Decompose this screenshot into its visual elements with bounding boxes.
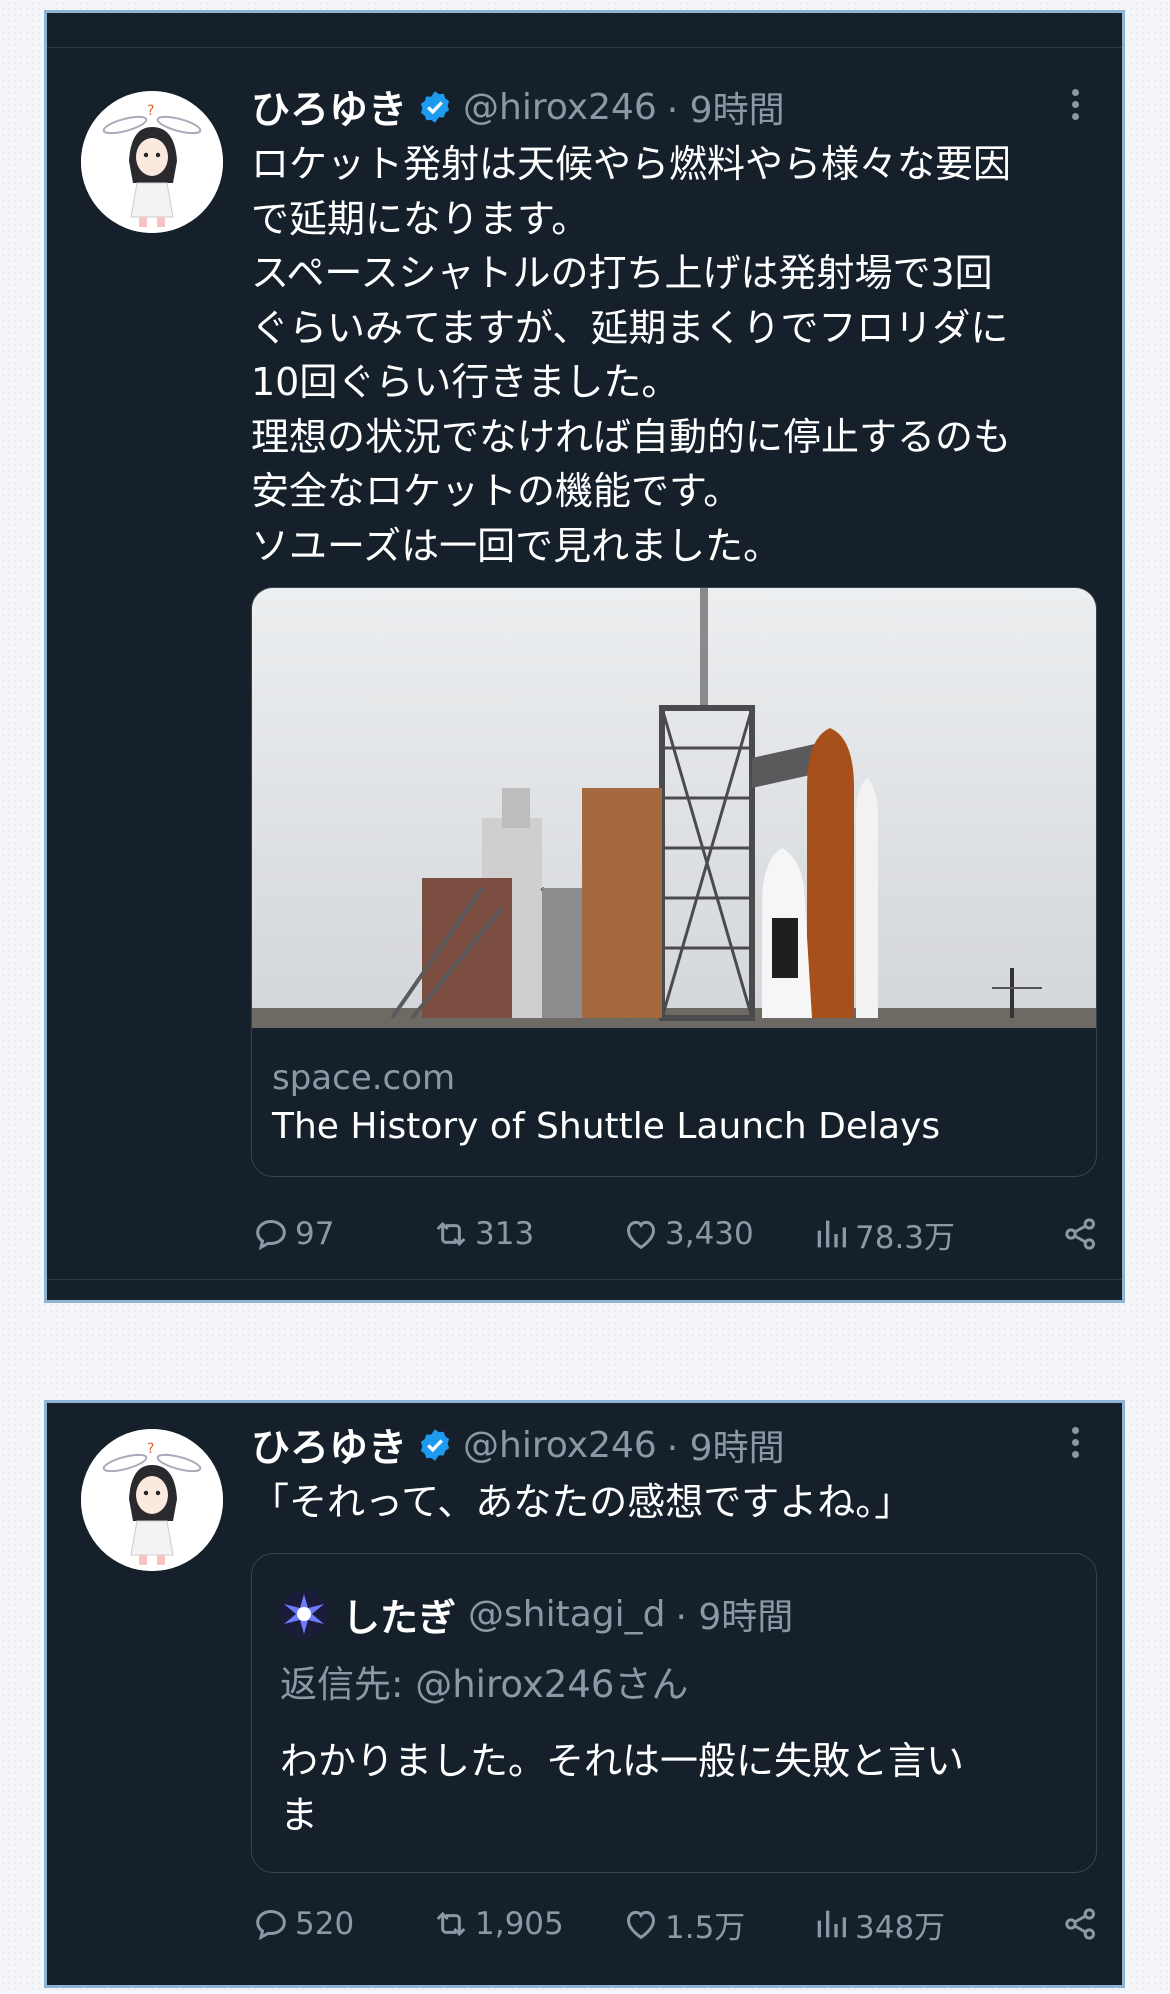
link-preview-card[interactable]: space.com The History of Shuttle Launch …: [251, 587, 1097, 1177]
tweet-header: ひろゆき @hirox246 · 9時間: [251, 79, 785, 135]
text-line: ま: [280, 1793, 319, 1837]
more-dots-icon[interactable]: [1072, 1427, 1082, 1463]
tweet-time[interactable]: · 9時間: [667, 1419, 785, 1471]
like-count: 3,430: [665, 1216, 754, 1252]
reply-button[interactable]: 520: [251, 1901, 354, 1947]
link-domain: space.com: [272, 1058, 456, 1098]
tweet-actions: 97 313 3,430 78.3万: [251, 1211, 1111, 1257]
text-line: ぐらいみてますが、延期まくりでフロリダに: [251, 305, 1009, 350]
reply-button[interactable]: 97: [251, 1211, 334, 1257]
like-count: 1.5万: [665, 1909, 746, 1946]
like-button[interactable]: 1.5万: [621, 1901, 745, 1947]
tweet-text: ロケット発射は天候やら燃料やら様々な要因 で延期になります。 スペースシャトルの…: [251, 137, 1111, 573]
reply-count: 97: [295, 1216, 335, 1252]
retweet-count: 1,905: [475, 1906, 564, 1942]
text-line: ロケット発射は天候やら燃料やら様々な要因: [251, 142, 1012, 186]
reply-icon: [256, 1219, 286, 1251]
share-button[interactable]: [1061, 1901, 1105, 1947]
retweet-count: 313: [475, 1216, 535, 1252]
views-chart-icon: [817, 1910, 846, 1938]
reply-icon: [256, 1909, 286, 1941]
divider: [47, 47, 1122, 48]
heart-icon: [626, 1220, 656, 1250]
quoted-avatar[interactable]: [280, 1590, 328, 1638]
like-button[interactable]: 3,430: [621, 1211, 754, 1257]
quoted-text: わかりました。それは一般に失敗と言い ま: [280, 1734, 1070, 1842]
more-dots-icon[interactable]: [1072, 89, 1082, 125]
views-button[interactable]: 348万: [811, 1901, 945, 1947]
svg-text:?: ?: [147, 103, 154, 119]
view-count: 348万: [855, 1909, 946, 1946]
text-line: スペースシャトルの打ち上げは発射場で3回: [251, 251, 993, 295]
views-button[interactable]: 78.3万: [811, 1211, 955, 1257]
divider: [47, 1279, 1122, 1280]
share-icon: [1065, 1908, 1095, 1940]
reply-count: 520: [295, 1906, 355, 1942]
views-chart-icon: [817, 1220, 846, 1248]
share-icon: [1065, 1218, 1095, 1250]
reply-to-label: 返信先: @hirox246さん: [280, 1663, 689, 1706]
avatar[interactable]: ?: [81, 91, 223, 233]
text-line: 安全なロケットの機能です。: [251, 469, 742, 513]
quoted-author-name: したぎ: [342, 1595, 457, 1640]
text-line: 10回ぐらい行きました。: [251, 360, 680, 404]
author-name[interactable]: ひろゆき: [251, 79, 407, 135]
tweet-text: 「それって、あなたの感想ですよね。」: [251, 1475, 1111, 1530]
quoted-header: したぎ @shitagi_d · 9時間: [280, 1588, 793, 1640]
author-name[interactable]: ひろゆき: [251, 1417, 407, 1473]
tweet-card-2[interactable]: ? ひろゆき @hirox246 · 9時間 「それって、あなたの感想ですよね。…: [44, 1400, 1125, 1988]
svg-text:?: ?: [147, 1441, 154, 1457]
share-button[interactable]: [1061, 1211, 1105, 1257]
verified-badge-icon: [420, 1429, 450, 1461]
quoted-author-handle: @shitagi_d: [468, 1593, 666, 1635]
retweet-icon: [436, 1911, 466, 1937]
retweet-icon: [436, 1221, 466, 1247]
text-line: ソユーズは一回で見れました。: [251, 523, 782, 568]
avatar[interactable]: ?: [81, 1429, 223, 1571]
heart-icon: [626, 1910, 656, 1940]
quoted-time: · 9時間: [675, 1597, 794, 1638]
tweet-time[interactable]: · 9時間: [667, 81, 785, 133]
text-line: わかりました。それは一般に失敗と言い: [280, 1739, 965, 1783]
view-count: 78.3万: [855, 1219, 956, 1256]
tweet-header: ひろゆき @hirox246 · 9時間: [251, 1417, 785, 1473]
text-line: 理想の状況でなければ自動的に停止するのも: [251, 414, 1012, 459]
tweet-actions: 520 1,905 1.5万 348万: [251, 1901, 1111, 1947]
text-line: で延期になります。: [251, 196, 590, 241]
author-handle[interactable]: @hirox246: [463, 87, 657, 128]
author-handle[interactable]: @hirox246: [463, 1425, 657, 1466]
quoted-tweet[interactable]: したぎ @shitagi_d · 9時間 返信先: @hirox246さん わか…: [251, 1553, 1097, 1873]
text-line: 「それって、あなたの感想ですよね。」: [251, 1480, 913, 1524]
verified-badge-icon: [420, 91, 450, 123]
retweet-button[interactable]: 313: [431, 1211, 534, 1257]
link-preview-image: [252, 588, 1096, 1028]
tweet-card-1[interactable]: ? ひろゆき @hirox246 · 9時間 ロケット発射は天候やら燃料やら様々…: [44, 10, 1125, 1303]
link-title[interactable]: The History of Shuttle Launch Delays: [272, 1106, 940, 1147]
retweet-button[interactable]: 1,905: [431, 1901, 564, 1947]
